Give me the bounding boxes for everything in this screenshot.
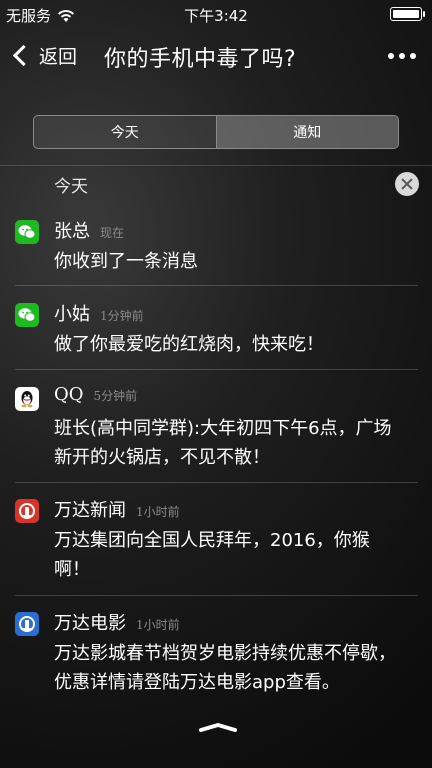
wanda-movie-icon [15,612,39,636]
chevron-left-icon [12,44,35,67]
page-title: 你的手机中毒了吗? [104,47,297,72]
divider [15,595,418,596]
grabber-handle[interactable] [198,721,238,733]
tab-today[interactable]: 今天 [34,116,216,148]
notification-time: 1小时前 [136,618,180,632]
notification-body: 你收到了一条消息 [54,251,198,272]
nav-bar: 返回 你的手机中毒了吗? [0,28,432,86]
back-label: 返回 [39,46,78,68]
notification-body: 万达集团向全国人民拜年，2016，你猴啊！ [54,530,370,580]
notification-title: 小姑 [54,304,90,325]
more-button[interactable] [388,53,416,59]
close-icon [401,178,413,190]
clear-button[interactable] [395,172,419,196]
notification-time: 5分钟前 [93,389,138,403]
notification-body: 做了你最爱吃的红烧肉，快来吃！ [54,334,324,355]
status-time: 下午3:42 [184,7,248,25]
qq-icon [15,387,39,411]
tab-notifications[interactable]: 通知 [215,116,398,148]
notification-time: 1小时前 [136,505,180,519]
divider [15,285,418,286]
notification-body: 万达影城春节档贺岁电影持续优惠不停歇，优惠详情请登陆万达电影app查看。 [54,643,396,693]
wanda-news-icon [15,499,39,523]
wechat-icon [15,220,39,244]
divider [15,369,418,370]
notification-body: 班长(高中同学群):大年初四下午6点，广场新开的火锅店，不见不散！ [54,418,392,468]
notification-title: 万达电影 [54,613,126,634]
notification-title: 张总 [54,221,90,242]
notification-time: 1分钟前 [100,309,144,323]
battery-icon [390,7,425,21]
divider [0,165,432,166]
notification-time: 现在 [100,226,125,240]
more-dots-icon [388,53,394,59]
status-bar: 无服务 下午3:42 [0,0,432,28]
section-title: 今天 [54,177,88,197]
notification-title: QQ [54,384,84,405]
wechat-icon [15,303,39,327]
notification-title: 万达新闻 [54,500,126,521]
segmented-control: 今天 通知 [33,115,399,149]
back-button[interactable]: 返回 [10,42,77,69]
divider [15,482,418,483]
